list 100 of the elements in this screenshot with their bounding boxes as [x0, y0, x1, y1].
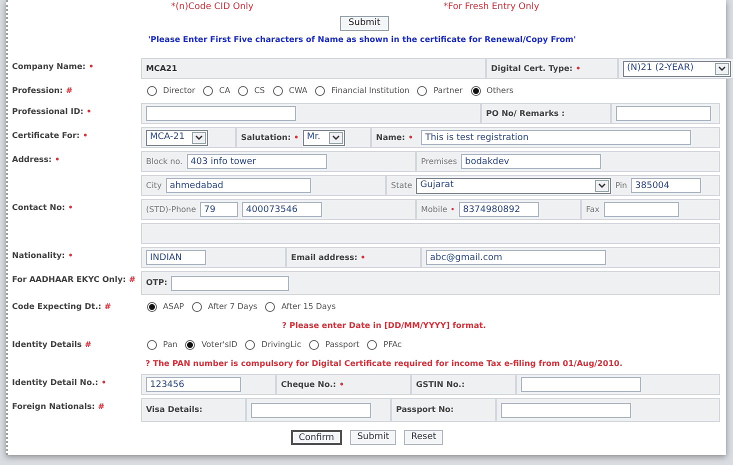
radio-button[interactable] [417, 86, 428, 96]
chevron-down-icon [715, 62, 729, 74]
required-marker: • [408, 132, 414, 144]
form-button[interactable]: Submit [350, 430, 396, 445]
dropdown[interactable]: Gujarat [416, 178, 612, 194]
radio-label: Director [163, 85, 196, 97]
radio-button[interactable] [147, 86, 157, 96]
input-field[interactable]: ahmedabad [166, 178, 311, 193]
input-field[interactable]: 123456 [146, 377, 241, 392]
radio-label: CWA [288, 85, 308, 97]
field-label: Identity Detail No.: [12, 377, 98, 388]
input-field[interactable]: abc@gmail.com [426, 250, 606, 265]
field-label: PO No/ Remarks : [486, 108, 565, 120]
field-label: Professional ID: [12, 106, 84, 117]
validation-note: ? The PAN number is compulsory for Digital Certificate required for income Tax e-filing from 01/Aug/2010. [145, 358, 623, 370]
field-label: Email address: [291, 252, 358, 264]
input-field[interactable] [171, 276, 290, 290]
field-label: Contact No: [12, 202, 66, 213]
submit-button[interactable]: Submit [340, 16, 390, 31]
required-marker: • [68, 202, 74, 213]
required-marker: # [66, 85, 73, 96]
radio-button[interactable] [272, 86, 283, 96]
radio-button[interactable] [238, 86, 248, 96]
field-label: Name: [376, 132, 406, 144]
input-field[interactable]: This is test registration [421, 130, 692, 145]
radio-label: CS [254, 85, 265, 97]
radio-label: Voter'sID [201, 339, 238, 351]
field-label: Nationality: [12, 250, 65, 261]
validation-note: ? Please enter Date in [DD/MM/YYYY] format. [282, 320, 486, 332]
field-label: Salutation: [241, 132, 291, 144]
required-marker: • [360, 252, 366, 264]
input-field[interactable]: 8374980892 [458, 202, 539, 217]
radio-label: Pan [163, 339, 178, 351]
required-marker: • [450, 204, 455, 216]
radio-button[interactable] [245, 340, 256, 350]
radio-button[interactable] [147, 340, 157, 350]
radio-button[interactable] [470, 86, 481, 96]
field-label: Identity Details [12, 339, 82, 350]
input-field[interactable]: 400073546 [242, 202, 322, 217]
dropdown[interactable]: MCA-21 [146, 130, 208, 146]
field-label: Visa Details: [146, 404, 202, 416]
radio-label: PFAc [383, 339, 402, 351]
field-label: State [391, 180, 412, 192]
radio-label: Others [486, 85, 514, 97]
field-label: For AADHAAR EKYC Only: [12, 274, 126, 285]
chevron-down-icon [192, 132, 206, 144]
required-marker: • [68, 250, 74, 261]
required-marker: • [339, 378, 344, 390]
field-label: City [146, 180, 162, 192]
field-label: Company Name: [12, 61, 86, 72]
fresh-entry-note: *For Fresh Entry Only [443, 1, 540, 14]
input-field[interactable] [521, 377, 641, 392]
radio-button[interactable] [185, 340, 196, 350]
required-marker: • [294, 132, 299, 144]
radio-label: CA [219, 85, 230, 97]
input-field[interactable]: 403 info tower [186, 154, 327, 169]
radio-label: DrivingLic [261, 339, 302, 351]
radio-button[interactable] [315, 86, 326, 96]
input-field[interactable]: INDIAN [146, 250, 206, 265]
radio-button[interactable] [265, 302, 276, 312]
field-label: Code Expecting Dt.: [12, 301, 102, 312]
code-note: *(n)Code CID Only [171, 1, 254, 14]
required-marker: • [88, 61, 94, 72]
input-field[interactable] [501, 402, 631, 418]
radio-button[interactable] [367, 340, 378, 350]
input-field[interactable]: bodakdev [461, 154, 601, 169]
radio-button[interactable] [203, 86, 214, 96]
radio-button[interactable] [147, 302, 157, 312]
radio-button[interactable] [309, 340, 320, 350]
dropdown[interactable]: (N)21 (2-YEAR) [623, 60, 731, 76]
field-label: Cheque No.: [281, 378, 336, 390]
radio-label: After 15 Days [281, 301, 336, 313]
field-label: Address: [12, 154, 52, 165]
input-field[interactable]: 385004 [631, 178, 702, 193]
required-marker: • [54, 154, 60, 165]
required-marker: • [101, 377, 106, 388]
chevron-down-icon [595, 180, 610, 192]
radio-label: After 7 Days [208, 301, 258, 313]
instruction-text: 'Please Enter First Five characters of Name as shown in the certificate for Renewal/Copy From' [148, 34, 576, 46]
field-label: Block no. [146, 156, 183, 168]
input-field[interactable]: 79 [200, 202, 238, 217]
radio-button[interactable] [192, 302, 202, 312]
form-button[interactable]: Reset [404, 430, 444, 445]
required-marker: # [104, 301, 112, 312]
field-label: Digital Cert. Type: [491, 62, 573, 74]
input-field[interactable] [146, 106, 296, 121]
field-label: Foreign Nationals: [12, 401, 95, 412]
input-field[interactable] [604, 202, 679, 217]
field-label: Fax [586, 204, 600, 216]
radio-label: ASAP [163, 301, 184, 313]
input-field[interactable] [251, 402, 371, 418]
form-button[interactable]: Confirm [290, 430, 342, 445]
input-field[interactable] [616, 106, 711, 121]
required-marker: # [84, 339, 92, 350]
field-label: Pin [615, 180, 628, 192]
radio-label: Partner [433, 85, 463, 97]
required-marker: • [86, 106, 92, 117]
field-label: OTP: [146, 277, 168, 289]
field-label: (STD)-Phone [146, 204, 196, 216]
dropdown[interactable]: Mr. [302, 130, 345, 146]
